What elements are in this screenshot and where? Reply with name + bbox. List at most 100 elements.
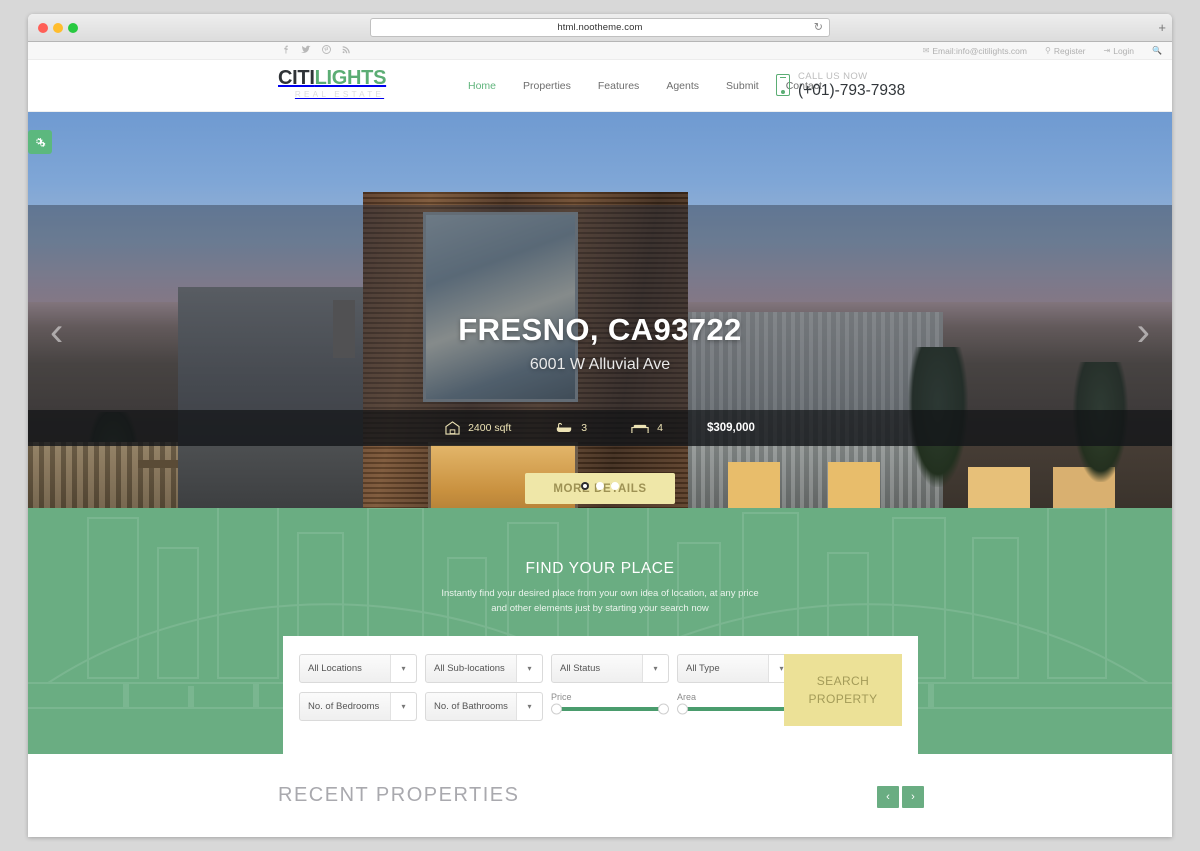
address-bar[interactable]: html.nootheme.com ↻	[370, 18, 830, 37]
search-subtext-line2: and other elements just by starting your…	[491, 602, 709, 614]
bed-icon	[631, 422, 649, 434]
search-toggle-button[interactable]: 🔍	[1152, 46, 1162, 55]
hero-caption: FRESNO, CA93722 6001 W Alluvial Ave	[28, 312, 1172, 374]
find-your-place-section: FIND YOUR PLACE Instantly find your desi…	[28, 508, 1172, 754]
price-slider-group: Price	[551, 692, 669, 721]
select-all-locations-value: All Locations	[308, 663, 362, 674]
chevron-down-icon[interactable]: ▾	[390, 693, 416, 720]
hero-slider: ‹ › FRESNO, CA93722 6001 W Alluvial Ave …	[28, 112, 1172, 508]
search-heading-block: FIND YOUR PLACE Instantly find your desi…	[28, 508, 1172, 616]
select-all-type[interactable]: All Type ▾	[677, 654, 795, 683]
stat-price: $309,000	[707, 422, 755, 434]
reload-icon[interactable]: ↻	[814, 22, 823, 33]
price-slider-track[interactable]	[551, 703, 669, 715]
minimize-window-button[interactable]	[53, 23, 63, 33]
search-button-line2: PROPERTY	[808, 692, 878, 706]
hero-pagination-dots[interactable]	[581, 482, 619, 490]
stat-bedrooms-value: 4	[657, 422, 663, 434]
select-all-sub-locations[interactable]: All Sub-locations ▾	[425, 654, 543, 683]
logo-part-2: LIGHTS	[314, 67, 387, 89]
logo-wordmark: CITILIGHTS	[278, 68, 386, 88]
select-bedrooms[interactable]: No. of Bedrooms ▾	[299, 692, 417, 721]
select-bathrooms-value: No. of Bathrooms	[434, 701, 508, 712]
mobile-phone-icon	[776, 74, 790, 97]
nav-item-home[interactable]: Home	[468, 80, 496, 92]
window-controls[interactable]	[38, 23, 78, 33]
hero-overlay	[28, 205, 1172, 410]
recent-next-button[interactable]: ›	[902, 786, 924, 808]
search-button-line1: SEARCH	[816, 674, 870, 688]
hero-prev-arrow[interactable]: ‹	[50, 312, 63, 352]
hero-next-arrow[interactable]: ›	[1137, 312, 1150, 352]
nav-item-properties[interactable]: Properties	[523, 80, 571, 92]
url-text: html.nootheme.com	[557, 22, 643, 33]
stat-area-value: 2400 sqft	[468, 422, 512, 434]
rss-icon[interactable]	[342, 45, 351, 56]
select-all-type-value: All Type	[686, 663, 720, 674]
price-slider-label: Price	[551, 692, 572, 702]
browser-window: html.nootheme.com ↻ + ✉ Email:info@citil…	[28, 14, 1172, 837]
area-slider-track[interactable]	[677, 703, 795, 715]
login-link[interactable]: ⇥ Login	[1104, 46, 1135, 56]
hero-subtitle: 6001 W Alluvial Ave	[529, 356, 671, 373]
logo-part-1: CITI	[278, 67, 315, 89]
gears-icon[interactable]	[28, 130, 52, 154]
nav-item-features[interactable]: Features	[598, 80, 639, 92]
close-window-button[interactable]	[38, 23, 48, 33]
call-us-block: CALL US NOW (+01)-793-7938	[776, 71, 905, 99]
stat-area: 2400 sqft	[445, 421, 511, 435]
nav-item-agents[interactable]: Agents	[666, 80, 699, 92]
price-slider-min-handle[interactable]	[551, 703, 562, 715]
nav-item-submit[interactable]: Submit	[726, 80, 759, 92]
envelope-icon: ✉	[922, 46, 930, 55]
main-navigation: Home Properties Features Agents Submit C…	[468, 80, 822, 92]
recent-prev-button[interactable]: ‹	[877, 786, 899, 808]
select-all-status[interactable]: All Status ▾	[551, 654, 669, 683]
facebook-icon[interactable]	[281, 45, 290, 56]
select-all-locations[interactable]: All Locations ▾	[299, 654, 417, 683]
site-header: CITILIGHTS REAL ESTATE Home Properties F…	[28, 60, 1172, 112]
logo-tagline: REAL ESTATE	[294, 90, 385, 99]
browser-titlebar: html.nootheme.com ↻ +	[28, 14, 1172, 42]
page-viewport: ✉ Email:info@citilights.com ⚲ Register ⇥…	[28, 42, 1172, 837]
select-bathrooms[interactable]: No. of Bathrooms ▾	[425, 692, 543, 721]
hero-dot-3[interactable]	[611, 482, 619, 490]
maximize-window-button[interactable]	[68, 23, 78, 33]
email-link[interactable]: ✉ Email:info@citilights.com	[923, 46, 1027, 56]
register-link[interactable]: ⚲ Register	[1045, 46, 1086, 56]
bathtub-icon	[555, 422, 573, 434]
area-slider-min-handle[interactable]	[677, 703, 688, 715]
search-property-button[interactable]: SEARCH PROPERTY	[784, 654, 902, 726]
chevron-down-icon[interactable]: ▾	[642, 655, 668, 682]
twitter-icon[interactable]	[301, 45, 311, 56]
chevron-down-icon[interactable]: ▾	[390, 655, 416, 682]
hero-title: FRESNO, CA93722	[458, 312, 742, 347]
select-bedrooms-value: No. of Bedrooms	[308, 701, 380, 712]
select-all-status-value: All Status	[560, 663, 601, 674]
top-right-links: ✉ Email:info@citilights.com ⚲ Register ⇥…	[923, 46, 1162, 56]
stat-bathrooms-value: 3	[581, 422, 588, 434]
area-home-icon	[445, 421, 460, 435]
price-value: $309,000	[706, 422, 755, 434]
area-slider-group: Area	[677, 692, 795, 721]
recent-properties-title: RECENT PROPERTIES	[278, 784, 520, 806]
hero-dot-1[interactable]	[581, 482, 589, 490]
pinterest-icon[interactable]	[322, 45, 331, 56]
call-us-label: CALL US NOW	[798, 71, 868, 83]
recent-properties-section: RECENT PROPERTIES ‹ ›	[28, 754, 1172, 837]
login-label: Login	[1113, 45, 1135, 56]
email-label: Email:info@citilights.com	[932, 45, 1027, 56]
phone-number: (+01)-793-7938	[798, 82, 906, 100]
social-links[interactable]	[281, 45, 351, 56]
price-slider-max-handle[interactable]	[658, 703, 669, 715]
hero-dot-2[interactable]	[596, 482, 604, 490]
property-stats-bar: 2400 sqft 3 4 $309,000	[28, 410, 1172, 446]
chevron-down-icon[interactable]: ▾	[516, 655, 542, 682]
search-subtext-line1: Instantly find your desired place from y…	[441, 588, 759, 599]
plus-icon[interactable]: +	[1158, 21, 1166, 34]
top-utility-bar: ✉ Email:info@citilights.com ⚲ Register ⇥…	[28, 42, 1172, 60]
chevron-down-icon[interactable]: ▾	[516, 693, 542, 720]
stat-bathrooms: 3	[555, 422, 587, 434]
site-logo[interactable]: CITILIGHTS REAL ESTATE	[278, 68, 386, 99]
login-arrow-icon: ⇥	[1103, 46, 1111, 55]
